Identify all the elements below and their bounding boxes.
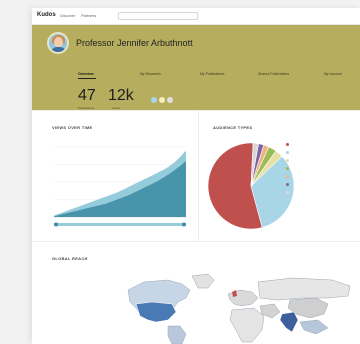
map-title: GLOBAL REACH bbox=[52, 256, 88, 261]
tab-my-publications[interactable]: My Publications bbox=[200, 72, 225, 76]
stat-publications-value: 47 bbox=[78, 87, 96, 104]
audience-pie-chart bbox=[207, 142, 295, 230]
views-area-chart bbox=[54, 146, 186, 227]
range-slider-handle-end[interactable] bbox=[182, 222, 186, 227]
tab-my-research[interactable]: My Research bbox=[140, 72, 161, 76]
profile-header: Professor Jennifer Arbuthnott Overview M… bbox=[32, 25, 360, 111]
nav-discover-link[interactable]: Discover bbox=[60, 13, 76, 18]
legend-item[interactable] bbox=[286, 174, 292, 182]
legend-swatch bbox=[286, 191, 289, 194]
legend-item[interactable] bbox=[286, 158, 292, 166]
audience-legend bbox=[286, 142, 292, 198]
views-chart-title: VIEWS OVER TIME bbox=[52, 125, 93, 130]
legend-item[interactable] bbox=[286, 190, 292, 198]
status-dot bbox=[159, 97, 165, 103]
range-slider-fill bbox=[56, 223, 184, 226]
nav-partners-link[interactable]: Partners bbox=[81, 13, 96, 18]
legend-swatch bbox=[286, 183, 289, 186]
legend-swatch bbox=[286, 167, 289, 170]
search-input[interactable] bbox=[118, 12, 198, 20]
global-reach-card: GLOBAL REACH bbox=[32, 242, 360, 344]
avatar-body bbox=[51, 47, 66, 52]
range-slider-handle-start[interactable] bbox=[54, 222, 58, 227]
tab-shared-publications[interactable]: Shared Publications bbox=[258, 72, 289, 76]
legend-swatch bbox=[286, 159, 289, 162]
views-over-time-card: VIEWS OVER TIME bbox=[32, 111, 198, 241]
brand-logo[interactable]: Kudos bbox=[37, 12, 56, 18]
status-dot bbox=[151, 97, 157, 103]
map-india[interactable] bbox=[279, 311, 299, 333]
map-africa[interactable] bbox=[229, 307, 265, 343]
legend-swatch bbox=[286, 175, 289, 178]
active-tab-indicator bbox=[78, 78, 96, 79]
screenshot-root: { "topbar": { "brand": "Kudos", "nav_dis… bbox=[0, 0, 360, 344]
legend-item[interactable] bbox=[286, 142, 292, 150]
status-dot bbox=[167, 97, 173, 103]
browser-frame: Kudos Discover Partners Professor Jennif… bbox=[32, 8, 360, 344]
map-se-asia[interactable] bbox=[299, 319, 329, 335]
stat-views-value: 12k bbox=[108, 87, 134, 104]
legend-swatch bbox=[286, 151, 289, 154]
legend-item[interactable] bbox=[286, 182, 292, 190]
legend-item[interactable] bbox=[286, 150, 292, 158]
map-south-america[interactable] bbox=[167, 325, 187, 344]
legend-swatch bbox=[286, 143, 289, 146]
map-greenland[interactable] bbox=[191, 273, 215, 289]
map-usa[interactable] bbox=[135, 301, 177, 323]
world-map bbox=[127, 273, 351, 344]
audience-types-card: AUDIENCE TYPES bbox=[199, 111, 360, 241]
profile-name: Professor Jennifer Arbuthnott bbox=[76, 38, 193, 48]
audience-chart-title: AUDIENCE TYPES bbox=[213, 125, 253, 130]
map-russia[interactable] bbox=[257, 277, 351, 301]
legend-item[interactable] bbox=[286, 166, 292, 174]
top-navigation-bar: Kudos Discover Partners bbox=[32, 8, 360, 25]
avatar[interactable] bbox=[47, 32, 69, 54]
profile-tabs: Overview My Research My Publications Sha… bbox=[78, 72, 348, 80]
tab-my-account[interactable]: My Account bbox=[324, 72, 342, 76]
tab-overview[interactable]: Overview bbox=[78, 72, 94, 76]
